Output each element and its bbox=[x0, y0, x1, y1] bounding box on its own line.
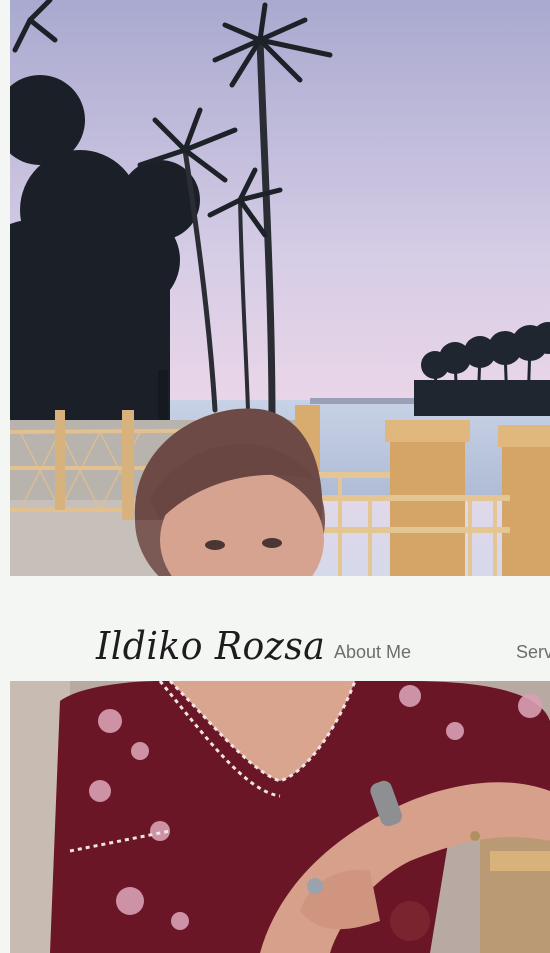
hero-photo-image bbox=[10, 0, 550, 576]
lower-photo bbox=[10, 681, 550, 953]
nav-item-services[interactable]: Serv bbox=[516, 642, 550, 663]
nav-item-about-me[interactable]: About Me bbox=[334, 642, 411, 663]
site-title[interactable]: Ildiko Rozsa bbox=[96, 624, 325, 668]
hero-photo bbox=[10, 0, 550, 576]
lower-photo-image bbox=[10, 681, 550, 953]
